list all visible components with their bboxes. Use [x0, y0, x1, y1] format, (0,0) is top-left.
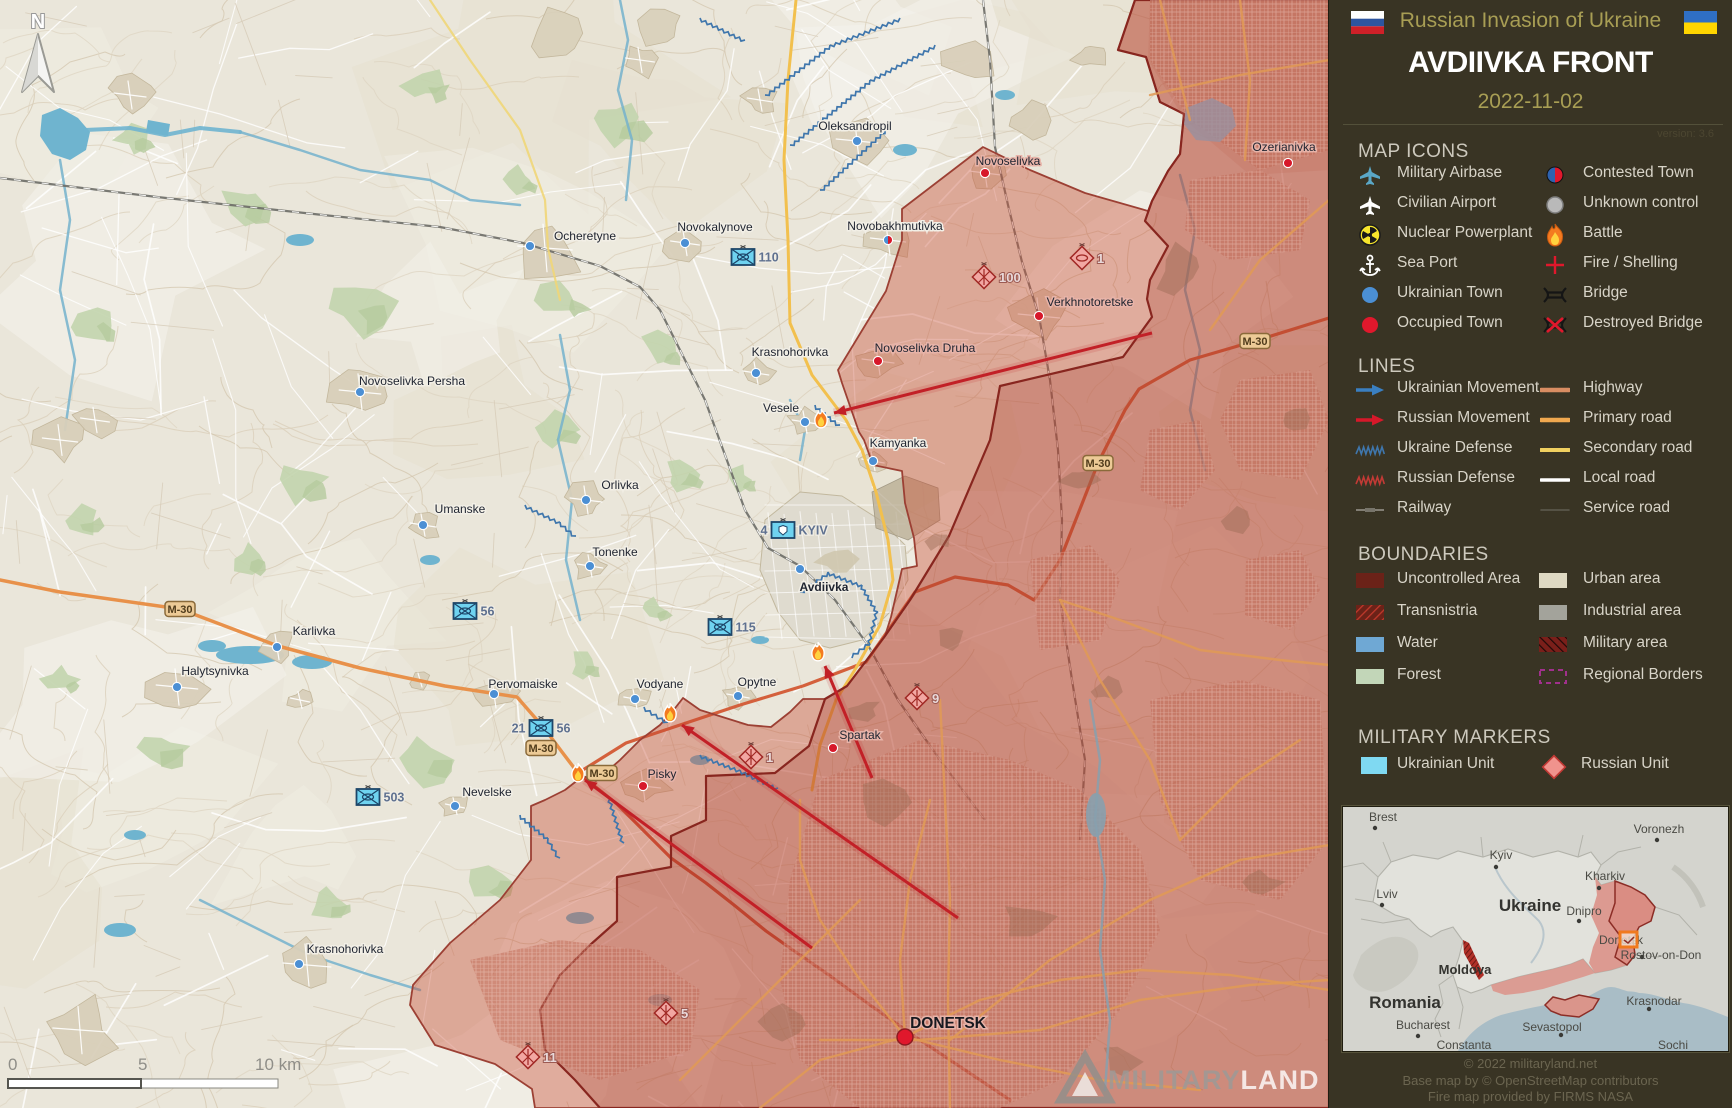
svg-text:M-30: M-30: [528, 743, 553, 755]
svg-text:Constanta: Constanta: [1437, 1038, 1492, 1051]
svg-text:115: 115: [736, 621, 756, 635]
svg-text:Novobakhmutivka: Novobakhmutivka: [847, 219, 943, 233]
svg-text:11: 11: [543, 1050, 557, 1065]
svg-text:Brest: Brest: [1369, 810, 1398, 824]
svg-text:Dnipro: Dnipro: [1566, 904, 1602, 918]
svg-text:21: 21: [512, 722, 526, 736]
svg-text:56: 56: [481, 605, 495, 619]
svg-text:Krasnodar: Krasnodar: [1626, 994, 1681, 1008]
svg-text:Spartak: Spartak: [839, 728, 881, 742]
svg-text:M-30: M-30: [167, 604, 192, 616]
svg-text:M-30: M-30: [1242, 336, 1267, 348]
svg-text:Nevelske: Nevelske: [462, 785, 512, 799]
svg-text:Voronezh: Voronezh: [1634, 822, 1685, 836]
svg-text:Tonenke: Tonenke: [592, 545, 638, 559]
svg-text:Kharkiv: Kharkiv: [1585, 869, 1625, 883]
svg-text:Romania: Romania: [1369, 993, 1441, 1012]
svg-text:1: 1: [766, 750, 773, 765]
svg-text:1: 1: [1097, 251, 1104, 266]
svg-text:503: 503: [384, 791, 405, 805]
svg-text:5: 5: [138, 1055, 147, 1074]
svg-text:Novokalynove: Novokalynove: [677, 220, 753, 234]
svg-text:10 km: 10 km: [255, 1055, 301, 1074]
svg-text:9: 9: [932, 691, 939, 706]
svg-text:Kyiv: Kyiv: [1490, 848, 1513, 862]
svg-text:Ukraine: Ukraine: [1499, 896, 1561, 915]
svg-text:Sevastopol: Sevastopol: [1522, 1020, 1581, 1034]
svg-text:Bucharest: Bucharest: [1396, 1018, 1451, 1032]
svg-text:Halytsynivka: Halytsynivka: [181, 664, 249, 678]
svg-text:Novoselivka Druha: Novoselivka Druha: [875, 341, 976, 355]
svg-text:N: N: [31, 11, 45, 33]
svg-text:Moldova: Moldova: [1439, 962, 1492, 977]
svg-text:Novoselivka: Novoselivka: [976, 154, 1041, 168]
svg-text:5: 5: [681, 1006, 688, 1021]
svg-text:Oleksandropil: Oleksandropil: [818, 119, 891, 133]
svg-text:Vesele: Vesele: [763, 401, 799, 415]
svg-text:Kamyanka: Kamyanka: [870, 436, 927, 450]
svg-text:Orlivka: Orlivka: [601, 478, 639, 492]
svg-text:Avdiivka: Avdiivka: [800, 580, 849, 594]
svg-text:56: 56: [557, 722, 571, 736]
svg-text:Rostov-on-Don: Rostov-on-Don: [1621, 948, 1702, 962]
svg-text:KYIV: KYIV: [799, 524, 829, 538]
svg-text:Verkhnotoretske: Verkhnotoretske: [1047, 295, 1134, 309]
svg-text:110: 110: [759, 251, 779, 265]
svg-text:100: 100: [999, 270, 1021, 285]
svg-text:Novoselivka Persha: Novoselivka Persha: [359, 374, 465, 388]
svg-text:Opytne: Opytne: [738, 675, 777, 689]
svg-text:Krasnohorivka: Krasnohorivka: [752, 345, 829, 359]
svg-text:0: 0: [8, 1055, 17, 1074]
svg-text:MILITARYLAND: MILITARYLAND: [1108, 1065, 1319, 1095]
svg-text:Lviv: Lviv: [1376, 887, 1397, 901]
svg-text:Vodyane: Vodyane: [637, 677, 684, 691]
svg-text:Sochi: Sochi: [1658, 1038, 1688, 1051]
svg-text:M-30: M-30: [1085, 458, 1110, 470]
svg-text:DONETSK: DONETSK: [910, 1015, 987, 1032]
svg-text:Pisky: Pisky: [648, 767, 677, 781]
svg-text:Ocheretyne: Ocheretyne: [554, 229, 616, 243]
svg-text:Ozerianivka: Ozerianivka: [1252, 140, 1316, 154]
svg-text:Pervomaiske: Pervomaiske: [488, 677, 558, 691]
svg-text:M-30: M-30: [589, 768, 614, 780]
svg-text:Karlivka: Karlivka: [293, 624, 336, 638]
svg-text:Krasnohorivka: Krasnohorivka: [307, 942, 384, 956]
svg-text:Umanske: Umanske: [435, 502, 486, 516]
svg-text:4: 4: [761, 524, 768, 538]
